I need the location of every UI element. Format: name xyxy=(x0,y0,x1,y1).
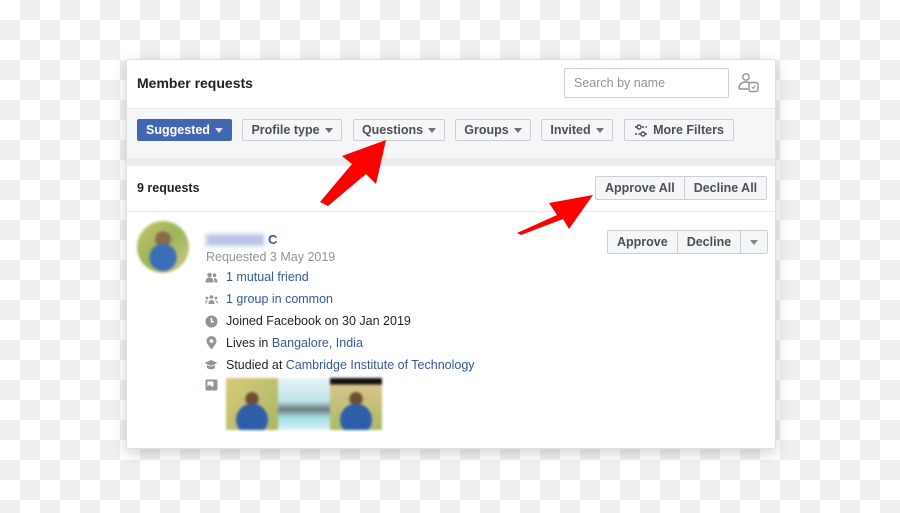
chevron-down-icon xyxy=(214,127,223,133)
approve-button[interactable]: Approve xyxy=(607,230,678,254)
filter-groups[interactable]: Groups xyxy=(455,119,531,141)
photo-thumbnails xyxy=(226,378,382,430)
education-text: Studied at Cambridge Institute of Techno… xyxy=(226,358,475,372)
filter-label: Invited xyxy=(550,123,591,137)
location-pin-icon xyxy=(204,336,218,350)
redacted-name xyxy=(206,233,264,246)
groups-in-common-link[interactable]: 1 group in common xyxy=(226,292,333,306)
filter-questions[interactable]: Questions xyxy=(353,119,445,141)
filter-label: More Filters xyxy=(653,123,724,137)
requests-count: 9 requests xyxy=(137,181,200,195)
joined-row: Joined Facebook on 30 Jan 2019 xyxy=(204,314,411,328)
filter-suggested[interactable]: Suggested xyxy=(137,119,232,141)
education-row: Studied at Cambridge Institute of Techno… xyxy=(204,358,475,372)
mutual-friends-row: 1 mutual friend xyxy=(204,270,309,284)
filter-label: Groups xyxy=(464,123,509,137)
friends-icon xyxy=(204,270,218,284)
member-requests-panel: Member requests Suggested Profile type Q… xyxy=(126,59,776,449)
mutual-friends-link[interactable]: 1 mutual friend xyxy=(226,270,309,284)
filter-label: Questions xyxy=(361,123,424,137)
sliders-icon xyxy=(635,123,648,137)
page-title: Member requests xyxy=(137,75,253,91)
filter-label: Profile type xyxy=(251,123,320,137)
lives-in-row: Lives in Bangalore, India xyxy=(204,336,363,350)
request-date: Requested 3 May 2019 xyxy=(206,250,336,264)
approve-all-button[interactable]: Approve All xyxy=(595,176,685,200)
member-settings-icon[interactable] xyxy=(737,71,761,95)
lives-in-text: Lives in Bangalore, India xyxy=(226,336,363,350)
decline-all-button[interactable]: Decline All xyxy=(684,176,768,200)
chevron-down-icon xyxy=(595,127,604,133)
requests-bar: 9 requests Approve All Decline All xyxy=(127,166,775,212)
chevron-down-icon xyxy=(750,239,759,245)
filter-bar: Suggested Profile type Questions Groups … xyxy=(127,108,775,160)
photo-thumbnail[interactable] xyxy=(226,378,278,430)
clock-icon xyxy=(204,314,218,328)
lives-in-prefix: Lives in xyxy=(226,336,272,350)
photos-row xyxy=(204,378,218,392)
chevron-down-icon xyxy=(513,127,522,133)
school-link[interactable]: Cambridge Institute of Technology xyxy=(286,358,475,372)
joined-text: Joined Facebook on 30 Jan 2019 xyxy=(226,314,411,328)
filter-profile-type[interactable]: Profile type xyxy=(242,119,342,141)
filter-more-filters[interactable]: More Filters xyxy=(624,119,734,141)
filter-label: Suggested xyxy=(146,123,210,137)
filter-invited[interactable]: Invited xyxy=(541,119,613,141)
member-actions: Approve Decline xyxy=(607,230,769,254)
graduation-cap-icon xyxy=(204,358,218,372)
member-request-item: C Requested 3 May 2019 Approve Decline 1… xyxy=(127,212,775,448)
decline-button[interactable]: Decline xyxy=(677,230,742,254)
section-divider xyxy=(127,158,775,166)
location-link[interactable]: Bangalore, India xyxy=(272,336,363,350)
photo-thumbnail[interactable] xyxy=(330,378,382,430)
studied-prefix: Studied at xyxy=(226,358,286,372)
photo-thumbnail[interactable] xyxy=(278,378,330,430)
groups-icon xyxy=(204,292,218,306)
member-name-visible: C xyxy=(268,232,278,247)
member-name[interactable]: C xyxy=(206,232,277,247)
more-options-button[interactable] xyxy=(741,230,769,254)
avatar[interactable] xyxy=(137,221,189,273)
chevron-down-icon xyxy=(324,127,333,133)
groups-in-common-row: 1 group in common xyxy=(204,292,333,306)
bulk-actions: Approve All Decline All xyxy=(595,176,768,200)
chevron-down-icon xyxy=(428,127,437,133)
search-input[interactable] xyxy=(564,68,729,98)
panel-header: Member requests xyxy=(127,60,775,108)
photos-icon xyxy=(204,378,218,392)
